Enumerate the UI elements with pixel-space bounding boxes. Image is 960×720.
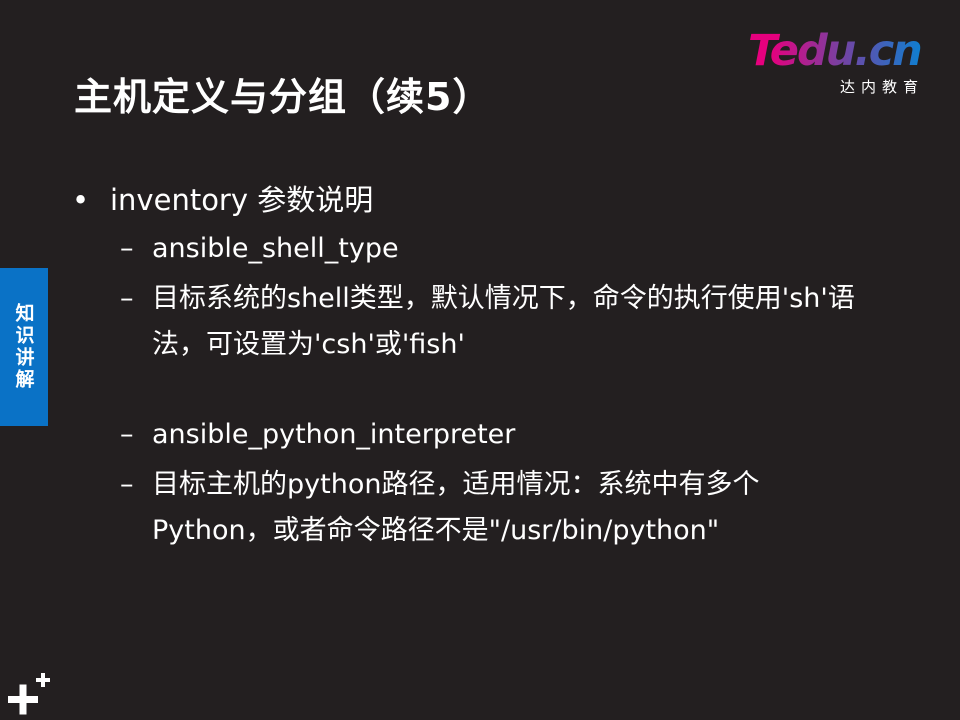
sub-item-text: 目标系统的shell类型，默认情况下，命令的执行使用'sh'语法，可设置为'cs… [152,283,855,360]
dash-marker: – [120,419,134,450]
logo-brand-t: T [748,26,772,76]
sub-item-text: 目标主机的python路径，适用情况：系统中有多个Python，或者命令路径不是… [152,469,760,546]
sub-item: – 目标系统的shell类型，默认情况下，命令的执行使用'sh'语法，可设置为'… [72,276,872,368]
logo-brand: Tedu.cn [748,26,923,76]
slide-content: • inventory 参数说明 – ansible_shell_type – … [72,178,872,554]
sub-item-text: ansible_python_interpreter [152,419,516,450]
sub-item: – ansible_shell_type [72,226,872,272]
bullet-marker: • [72,183,90,217]
plus-decoration-icon [8,673,50,715]
dash-marker: – [120,233,134,264]
sub-item-text: ansible_shell_type [152,233,399,264]
slide-title: 主机定义与分组（续5） [74,75,492,119]
bullet-item: • inventory 参数说明 [72,178,872,222]
dash-marker: – [120,469,134,500]
logo-brand-rest: edu.cn [769,26,923,76]
dash-marker: – [120,283,134,314]
side-tab: 知识讲解 [0,268,48,426]
tedu-logo: Tedu.cn 达内教育 [748,28,928,98]
sub-item: – ansible_python_interpreter [72,412,872,458]
logo-subtitle: 达内教育 [839,78,924,96]
side-tab-label: 知识讲解 [12,303,35,391]
slide: 主机定义与分组（续5） Tedu.cn 达内教育 知识讲解 • inventor… [0,0,960,720]
sub-item: – 目标主机的python路径，适用情况：系统中有多个Python，或者命令路径… [72,462,872,554]
bullet-text: inventory 参数说明 [110,183,374,217]
